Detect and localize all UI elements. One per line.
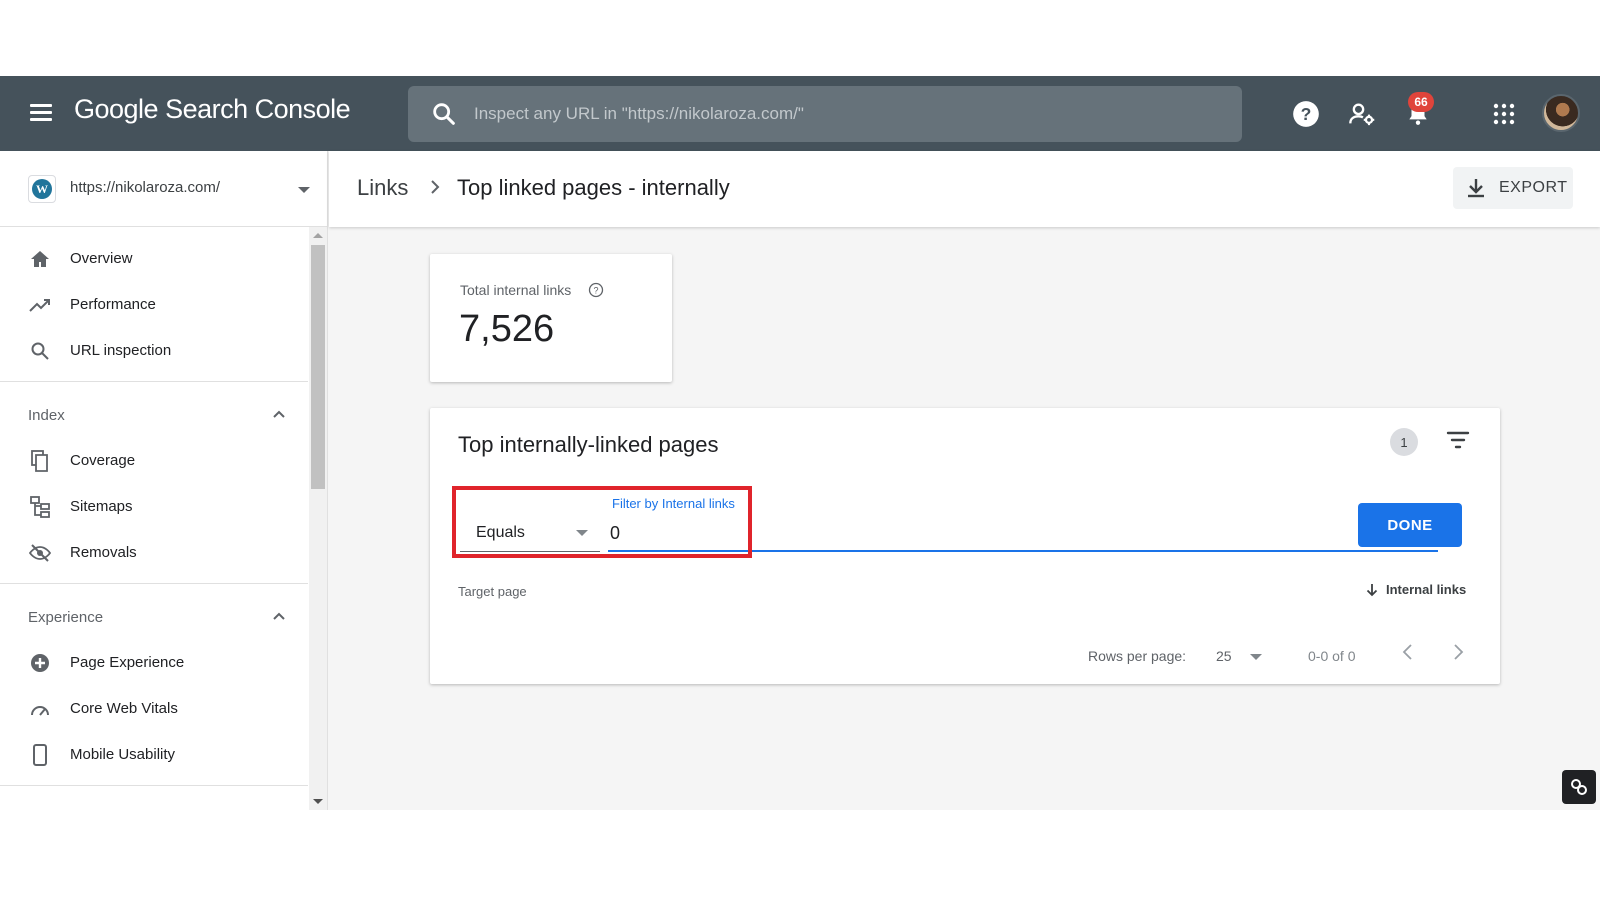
breadcrumb-links[interactable]: Links <box>357 175 408 201</box>
sidebar-item-sitemaps[interactable]: Sitemaps <box>0 485 308 529</box>
rows-per-page-label: Rows per page: <box>1088 648 1187 664</box>
hamburger-menu-icon[interactable] <box>26 100 56 128</box>
account-avatar[interactable] <box>1542 94 1580 132</box>
chevron-down-icon <box>576 530 588 536</box>
scrollbar-thumb[interactable] <box>311 245 325 489</box>
rows-per-page-value: 25 <box>1216 648 1232 664</box>
pagination-range: 0-0 of 0 <box>1308 648 1356 664</box>
sidebar-item-label: Sitemaps <box>70 498 133 515</box>
rows-per-page-select[interactable]: 25 <box>1214 644 1274 668</box>
coverage-icon <box>28 450 52 472</box>
section-title: Index <box>28 407 65 424</box>
sidebar-item-performance[interactable]: Performance <box>0 283 308 327</box>
filter-value-input[interactable] <box>608 516 1438 552</box>
done-button[interactable]: DONE <box>1358 503 1462 547</box>
column-header-label: Internal links <box>1386 582 1467 597</box>
sidebar-item-label: Page Experience <box>70 654 185 671</box>
wordpress-icon: W <box>28 175 56 203</box>
sidebar-item-mobile-usability[interactable]: Mobile Usability <box>0 733 308 777</box>
table-title: Top internally-linked pages <box>458 432 719 457</box>
property-url: https://nikolaroza.com/ <box>70 179 221 196</box>
url-inspect-input[interactable] <box>474 86 1214 142</box>
eye-off-icon <box>28 542 52 564</box>
notification-count-badge: 66 <box>1408 92 1434 112</box>
speedometer-icon <box>28 698 52 720</box>
top-bar: Google Search Console ? 66 <box>0 76 1600 151</box>
summary-label: Total internal links <box>460 282 572 298</box>
scroll-down-arrow-icon[interactable] <box>313 799 323 804</box>
sidebar-item-coverage[interactable]: Coverage <box>0 439 308 483</box>
section-title: Experience <box>28 609 104 626</box>
chevron-down-icon <box>298 187 310 193</box>
help-icon[interactable]: ? <box>1288 96 1324 132</box>
sidebar-item-url-inspection[interactable]: URL inspection <box>0 329 308 373</box>
divider <box>0 785 308 786</box>
filter-operator-select[interactable]: Equals <box>460 516 600 552</box>
help-circle-icon[interactable]: ? <box>588 282 604 298</box>
section-header-experience[interactable]: Experience <box>0 597 308 637</box>
property-selector[interactable]: W https://nikolaroza.com/ <box>0 151 328 227</box>
page-header: Links Top linked pages - internally EXPO… <box>329 151 1600 227</box>
trending-up-icon <box>28 294 52 316</box>
sidebar-item-label: Performance <box>70 296 156 313</box>
previous-page-icon[interactable] <box>1400 642 1416 662</box>
filter-field-label: Filter by Internal links <box>612 496 735 511</box>
sidebar: W https://nikolaroza.com/ Overview Perfo… <box>0 151 328 810</box>
apps-grid-icon[interactable] <box>1486 96 1522 132</box>
sidebar-item-label: URL inspection <box>70 342 172 359</box>
divider <box>0 583 308 584</box>
chevron-right-icon <box>431 180 440 194</box>
total-internal-links-card: Total internal links ? 7,526 <box>430 254 672 382</box>
app-title: Google Search Console <box>74 94 351 124</box>
sidebar-scrollbar[interactable] <box>309 227 327 810</box>
download-icon <box>1468 179 1484 198</box>
chevron-up-icon <box>273 612 285 620</box>
export-button[interactable]: EXPORT <box>1453 167 1573 209</box>
svg-text:?: ? <box>1301 104 1312 124</box>
search-icon <box>433 103 455 125</box>
chevron-down-icon <box>1250 654 1262 660</box>
sidebar-item-label: Mobile Usability <box>70 746 176 763</box>
summary-value: 7,526 <box>459 308 555 350</box>
sidebar-item-label: Removals <box>70 544 137 561</box>
svg-text:?: ? <box>593 286 598 296</box>
scroll-up-arrow-icon[interactable] <box>313 233 323 238</box>
sitemap-icon <box>28 496 52 518</box>
sidebar-item-label: Coverage <box>70 452 136 469</box>
home-icon <box>28 248 52 270</box>
page-title: Top linked pages - internally <box>457 175 730 200</box>
app-window: Google Search Console ? 66 W https://nik… <box>0 76 1600 810</box>
divider <box>0 381 308 382</box>
export-label: EXPORT <box>1499 179 1568 196</box>
sidebar-item-label: Core Web Vitals <box>70 700 178 717</box>
column-header-internal-links[interactable]: Internal links <box>1366 582 1466 597</box>
sidebar-item-overview[interactable]: Overview <box>0 237 308 281</box>
page-experience-icon <box>28 652 52 674</box>
link-tool-icon[interactable] <box>1562 770 1596 804</box>
sidebar-item-core-web-vitals[interactable]: Core Web Vitals <box>0 687 308 731</box>
chevron-up-icon <box>273 410 285 418</box>
url-inspect-search[interactable] <box>408 86 1242 142</box>
next-page-icon[interactable] <box>1450 642 1466 662</box>
filter-operator-value: Equals <box>476 524 525 541</box>
sidebar-item-removals[interactable]: Removals <box>0 531 308 575</box>
active-filter-count-badge: 1 <box>1390 428 1418 456</box>
section-header-index[interactable]: Index <box>0 395 308 435</box>
top-pages-table-card: Top internally-linked pages 1 Filter by … <box>430 408 1500 684</box>
phone-icon <box>28 744 52 766</box>
sidebar-item-page-experience[interactable]: Page Experience <box>0 641 308 685</box>
manage-users-icon[interactable] <box>1344 96 1380 132</box>
sidebar-item-label: Overview <box>70 250 133 267</box>
filter-icon[interactable] <box>1446 430 1470 450</box>
sort-arrow-down-icon <box>1366 583 1378 596</box>
column-header-target-page: Target page <box>458 584 527 599</box>
search-icon <box>28 340 52 362</box>
